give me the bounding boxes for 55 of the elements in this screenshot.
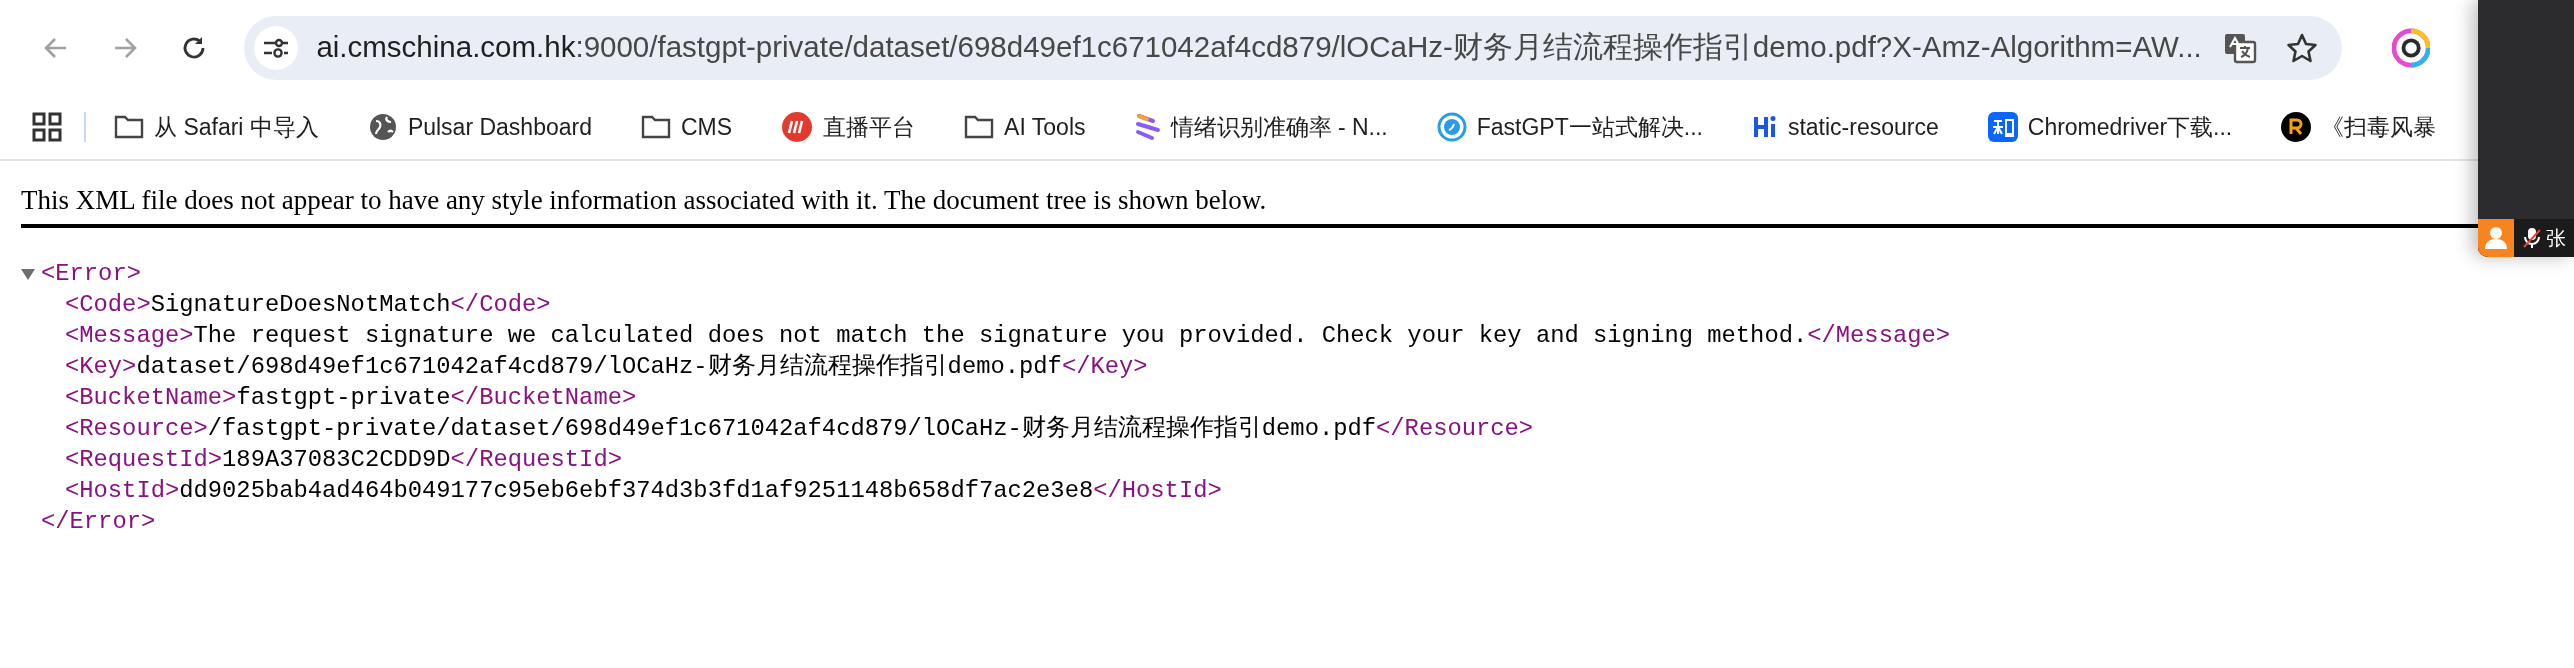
hi-logo-icon — [1751, 115, 1778, 139]
xml-tag: </RequestId> — [450, 444, 622, 475]
xml-value: dd9025bab4ad464b049177c95eb6ebf374d3b3fd1af9251148b658df7ac2e3e8 — [179, 476, 1094, 506]
stripes-logo-icon — [1134, 112, 1161, 142]
avatar-icon — [2478, 219, 2514, 257]
sliders-icon — [262, 36, 291, 59]
xml-tag: </BucketName> — [450, 382, 637, 413]
xml-value: The request signature we calculated does not match the signature you provided. Check your key and signing method. — [193, 321, 1808, 351]
xml-value: dataset/698d49ef1c671042af4cd879/lOCaHz-财务月结流程操作指引demo.pdf — [136, 352, 1062, 382]
bookmark-item[interactable]: 从 Safari 中导入 — [106, 105, 327, 149]
folder-icon — [964, 114, 995, 140]
ring-logo-icon — [1436, 112, 1467, 142]
bookmark-item[interactable]: FastGPT一站式解决... — [1428, 105, 1711, 149]
xml-tag: <Key> — [65, 351, 137, 382]
xml-tag: <Code> — [65, 289, 151, 320]
folder-icon — [641, 114, 671, 140]
xml-value: fastgpt-private — [236, 383, 451, 413]
folder-icon — [114, 114, 144, 140]
notice-text: This XML file does not appear to have any style information associated with it. The document tree is shown below. — [21, 184, 1267, 216]
translate-icon — [2222, 31, 2257, 64]
xml-value: 189A37083C2CDD9D — [222, 445, 451, 475]
bookmark-item[interactable]: 情绪识别准确率 - N... — [1126, 105, 1396, 149]
xml-tag: </Error> — [41, 506, 156, 537]
r-logo-icon — [2281, 112, 2312, 142]
xml-tag: <Error> — [41, 258, 141, 289]
xml-tag: <Resource> — [65, 413, 208, 444]
xml-tag: <HostId> — [65, 475, 180, 506]
bookmark-item[interactable]: Pulsar Dashboard — [359, 106, 600, 148]
bookmark-item[interactable]: AI Tools — [956, 107, 1094, 147]
xml-tag: </Resource> — [1376, 413, 1534, 444]
profile-icon[interactable] — [2391, 27, 2430, 68]
xml-tag: </HostId> — [1093, 475, 1222, 506]
xml-tag: <Message> — [65, 320, 194, 351]
muted-mic-icon[interactable] — [2522, 227, 2542, 249]
bookmark-item[interactable]: CMS — [633, 107, 741, 147]
url-text: ai.cmschina.com.hk:9000/fastgpt-private/dataset/698d49ef1c671042af4cd879/lOCaHz-财务月结流程操作指引demo.pdf?X-Amz-Algorithm=AW... — [316, 28, 2202, 65]
bookmark-item[interactable]: static-resource — [1743, 107, 1947, 147]
xml-tag: </Code> — [450, 289, 551, 320]
zhihu-logo-icon — [1987, 112, 2018, 142]
live-logo-icon — [781, 111, 814, 143]
apps-grid-icon[interactable] — [32, 112, 62, 142]
xml-tag: </Message> — [1807, 320, 1951, 351]
xml-value: /fastgpt-private/dataset/698d49ef1c671042af4cd879/lOCaHz-财务月结流程操作指引demo.pdf — [207, 414, 1377, 444]
bookmark-item[interactable]: 《扫毒风暴 — [2273, 105, 2445, 149]
xml-tag: <RequestId> — [65, 444, 223, 475]
participant-name: 张 — [2546, 225, 2566, 251]
address-bar[interactable]: ai.cmschina.com.hk:9000/fastgpt-private/dataset/698d49ef1c671042af4cd879/lOCaHz-财务月结流程操作指引demo.pdf?X-Amz-Algorithm=AW... — [244, 15, 2342, 80]
star-icon — [2285, 31, 2318, 64]
xml-value: SignatureDoesNotMatch — [150, 290, 451, 320]
globe-icon — [367, 112, 398, 142]
xml-tag: <BucketName> — [65, 382, 237, 413]
site-settings-button[interactable] — [254, 25, 299, 70]
bookmark-item[interactable]: 直播平台 — [773, 105, 924, 149]
xml-tag: </Key> — [1061, 351, 1148, 382]
bookmark-item[interactable]: Chromedriver下载... — [1979, 105, 2241, 149]
